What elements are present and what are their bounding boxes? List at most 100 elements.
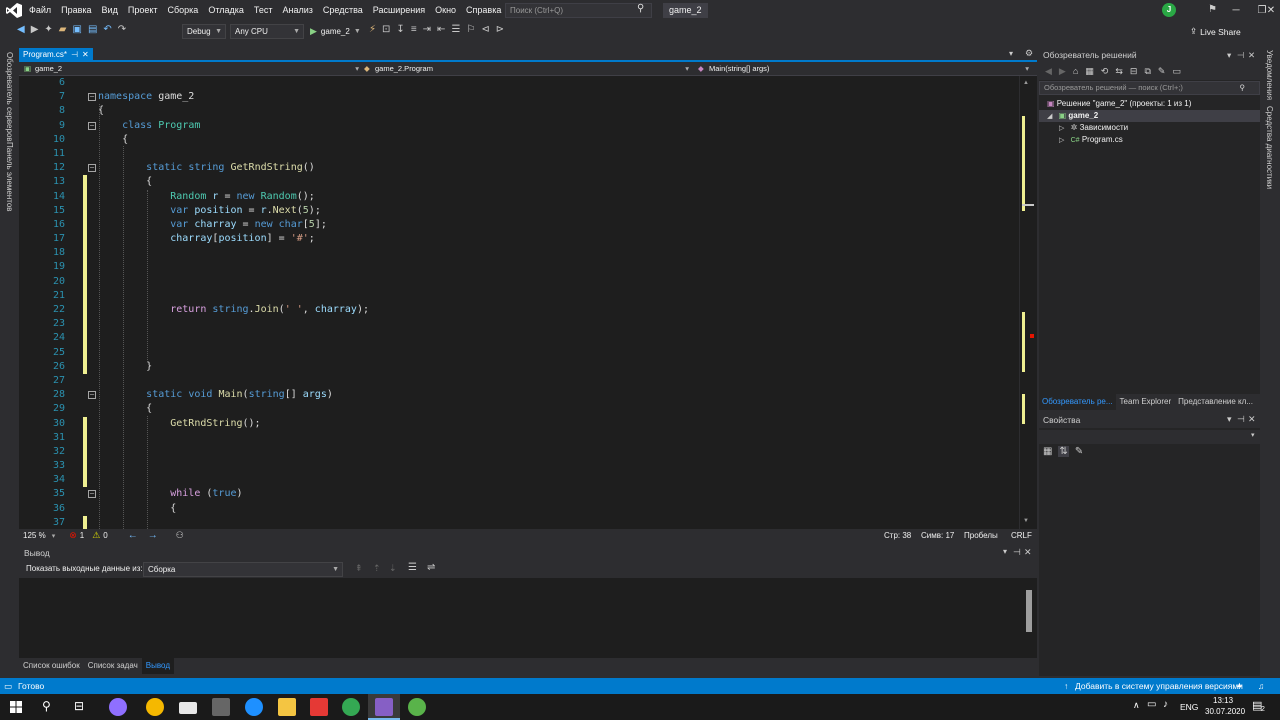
tab-class-view[interactable]: Представление кл... <box>1175 394 1256 410</box>
code-line[interactable]: 12 − static string GetRndString() <box>19 161 1019 175</box>
clock-time[interactable]: 13:13 <box>1213 696 1233 705</box>
chrome-icon[interactable] <box>342 698 360 716</box>
collapse-all-icon[interactable]: ⊟ <box>1130 66 1138 77</box>
save-all-icon[interactable]: ▤ <box>88 24 97 35</box>
menu-item-9[interactable]: Расширения <box>368 0 430 21</box>
next-bookmark-icon[interactable]: ⊳ <box>496 24 504 35</box>
menu-item-7[interactable]: Анализ <box>278 0 318 21</box>
close-icon[interactable]: ✕ <box>82 48 89 62</box>
code-line[interactable]: 19 <box>19 260 1019 275</box>
code-line[interactable]: 21 <box>19 288 1019 303</box>
config-select[interactable]: Debug ▼ <box>182 24 226 39</box>
code-line[interactable]: 15 var position = r.Next(5); <box>19 203 1019 218</box>
utorrent-icon[interactable] <box>408 698 426 716</box>
code-line[interactable]: 20 <box>19 274 1019 289</box>
prev-bookmark-icon[interactable]: ⊲ <box>481 24 489 35</box>
notifications-bell-icon[interactable]: ♫ <box>1258 678 1264 694</box>
pin-icon[interactable]: ⊣ <box>1013 547 1021 558</box>
editor-scrollbar[interactable]: ▲ ▼ <box>1019 76 1037 529</box>
live-share-button[interactable]: ⇪ Live Share <box>1190 26 1241 37</box>
undo-icon[interactable]: ↶ <box>103 24 111 35</box>
fold-toggle-icon[interactable]: − <box>88 164 96 173</box>
save-icon[interactable]: ▣ <box>73 24 82 35</box>
code-line[interactable]: 35 − while (true) <box>19 487 1019 501</box>
pending-changes-icon[interactable]: ⟲ <box>1101 66 1109 77</box>
code-line[interactable]: 28 − static void Main(string[] args) <box>19 388 1019 402</box>
code-line[interactable]: 13 { <box>19 175 1019 190</box>
code-line[interactable]: 7 − namespace game_2 <box>19 90 1019 104</box>
tab-team-explorer[interactable]: Team Explorer <box>1116 394 1176 410</box>
pin-icon[interactable]: ⊣ <box>1237 414 1245 425</box>
class-combo[interactable]: ◆ game_2.Program ▾ <box>361 63 691 75</box>
fold-toggle-icon[interactable]: − <box>88 490 96 499</box>
menu-item-11[interactable]: Справка <box>461 0 506 21</box>
file-explorer-icon[interactable] <box>278 698 296 716</box>
home-icon[interactable]: ⌂ <box>1073 66 1078 76</box>
menu-item-3[interactable]: Проект <box>123 0 163 21</box>
outdent-icon[interactable]: ⇤ <box>437 24 445 35</box>
pin-icon[interactable]: ⊣ <box>1237 48 1244 62</box>
project-combo[interactable]: ▣ game_2 ▾ <box>21 63 361 75</box>
menu-item-6[interactable]: Тест <box>249 0 278 21</box>
yandex-icon[interactable] <box>310 698 328 716</box>
eol-indicator[interactable]: CRLF <box>1011 531 1032 540</box>
chevron-down-icon[interactable]: ▾ <box>1227 414 1232 425</box>
code-line[interactable]: 22 return string.Join(' ', charray); <box>19 303 1019 318</box>
clear-all-icon[interactable]: ☰ <box>408 562 417 573</box>
zoom-level[interactable]: 125 % <box>23 531 46 540</box>
chevron-down-icon[interactable]: ▾ <box>1227 48 1231 62</box>
close-icon[interactable]: ✕ <box>1248 414 1256 425</box>
server-explorer-tab[interactable]: Обозреватель серверов <box>5 52 14 142</box>
menu-item-0[interactable]: Файл <box>24 0 56 21</box>
tab-list-chevron-down-icon[interactable]: ▾ <box>1009 49 1013 58</box>
bookmark-icon[interactable]: ⚐ <box>466 24 475 35</box>
step-icon[interactable]: ↧ <box>396 24 404 35</box>
start-debug-button[interactable]: ▶ game_2 ▼ <box>310 24 361 39</box>
network-icon[interactable]: ▭ <box>1147 699 1156 710</box>
fold-toggle-icon[interactable]: − <box>88 391 96 400</box>
code-line[interactable]: 25 <box>19 345 1019 360</box>
add-to-source-control-button[interactable]: Добавить в систему управления версиями <box>1075 678 1243 694</box>
switch-views-icon[interactable]: ▦ <box>1085 66 1094 77</box>
solution-search-input[interactable]: Обозреватель решений — поиск (Ctrl+;) ⚲ <box>1039 81 1260 95</box>
store-icon[interactable] <box>212 698 230 716</box>
code-line[interactable]: 11 <box>19 147 1019 161</box>
tab-error-list[interactable]: Список ошибок <box>19 658 84 674</box>
fold-toggle-icon[interactable]: − <box>88 93 96 102</box>
code-line[interactable]: 9 − class Program <box>19 119 1019 133</box>
comment-icon[interactable]: ☰ <box>451 24 460 35</box>
open-folder-icon[interactable]: ▰ <box>59 24 67 35</box>
chevron-up-icon[interactable]: ∧ <box>1133 700 1140 711</box>
code-line[interactable]: 10 { <box>19 133 1019 147</box>
nav-back-icon[interactable]: ← <box>128 530 138 541</box>
code-line[interactable]: 33 <box>19 459 1019 474</box>
forward-icon[interactable]: ▶ <box>1059 66 1066 77</box>
toolbox-tab[interactable]: Панель элементов <box>5 142 14 212</box>
code-line[interactable]: 30 GetRndString(); <box>19 416 1019 431</box>
menu-item-8[interactable]: Средства <box>318 0 368 21</box>
prev-message-icon[interactable]: ⇡ <box>373 563 381 574</box>
show-all-files-icon[interactable]: ⧉ <box>1144 66 1150 77</box>
code-line[interactable]: 36 { <box>19 502 1019 516</box>
volume-icon[interactable]: ♪ <box>1163 699 1168 710</box>
menu-item-2[interactable]: Вид <box>97 0 123 21</box>
word-wrap-icon[interactable]: ⇌ <box>427 562 435 573</box>
forward-icon[interactable]: ▶ <box>31 24 39 35</box>
menu-item-10[interactable]: Окно <box>430 0 461 21</box>
alphabetical-icon[interactable]: ⇅ <box>1058 446 1069 457</box>
browser-icon[interactable] <box>146 698 164 716</box>
close-icon[interactable]: ✕ <box>1024 547 1032 558</box>
code-line[interactable]: 34 <box>19 473 1019 488</box>
code-line[interactable]: 32 <box>19 444 1019 460</box>
mail-icon[interactable] <box>179 702 197 714</box>
property-pages-icon[interactable]: ✎ <box>1075 446 1083 457</box>
nav-forward-icon[interactable]: → <box>148 530 158 541</box>
edge-icon[interactable] <box>245 698 263 716</box>
code-line[interactable]: 27 <box>19 374 1019 388</box>
search-icon[interactable]: ⚲ <box>42 699 51 713</box>
tab-solution-explorer[interactable]: Обозреватель ре... <box>1039 394 1116 410</box>
gear-icon[interactable]: ⚙ <box>1025 48 1033 59</box>
code-line[interactable]: 18 <box>19 246 1019 261</box>
code-cleanup-icon[interactable]: ⚇ <box>176 530 184 541</box>
hot-reload-icon[interactable]: ⚡ <box>369 24 376 35</box>
